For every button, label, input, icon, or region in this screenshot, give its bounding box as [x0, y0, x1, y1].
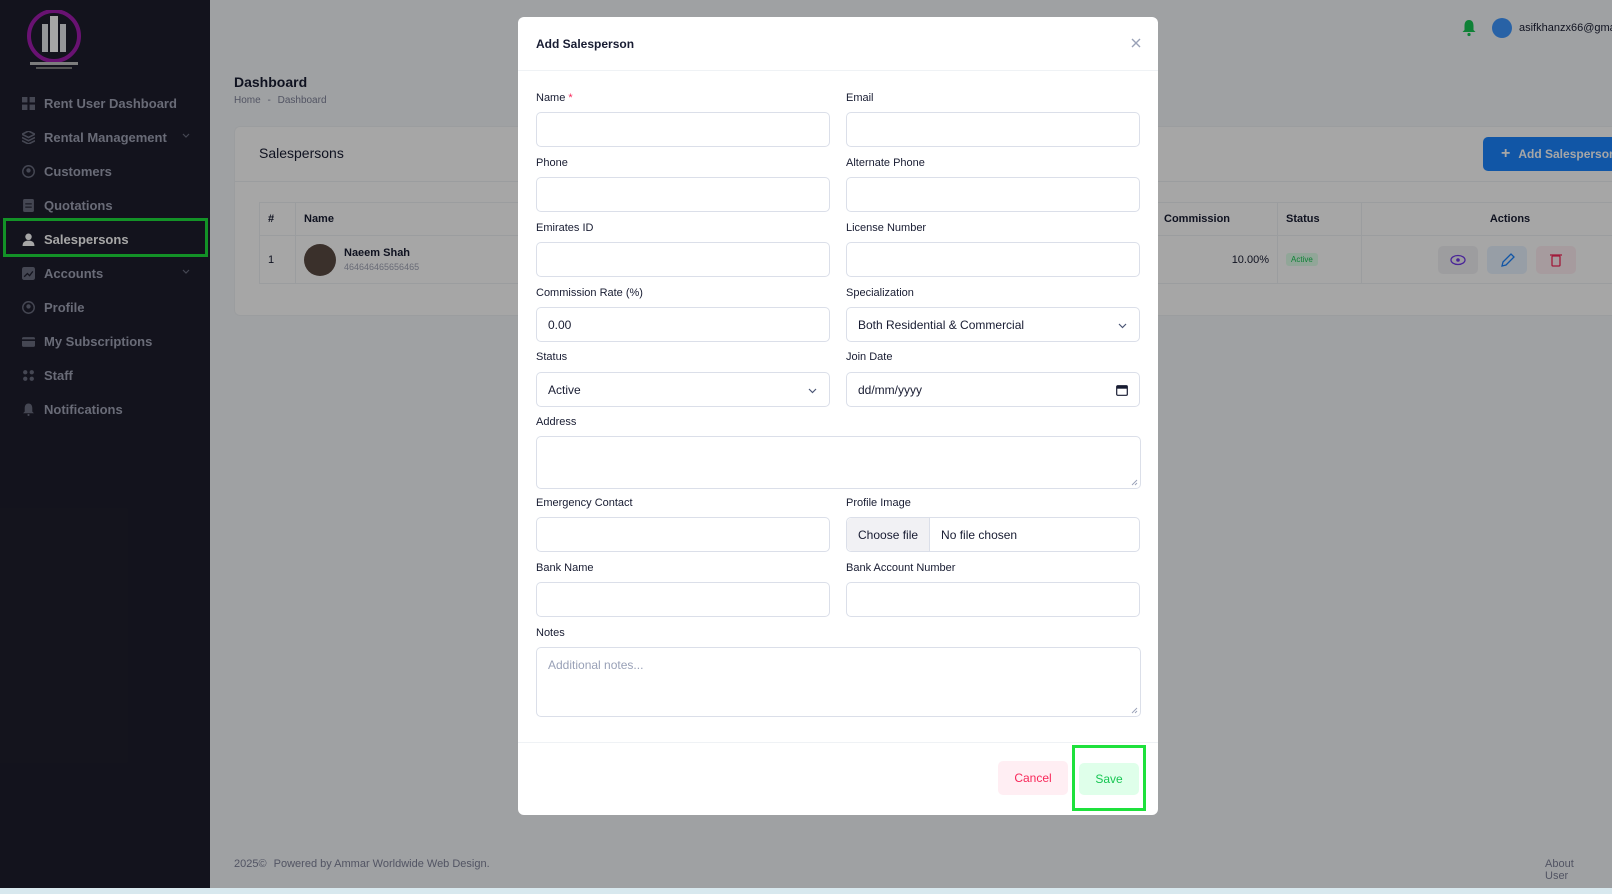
specialization-value: Both Residential & Commercial	[858, 317, 1025, 332]
specialization-label: Specialization	[846, 287, 914, 299]
cancel-button[interactable]: Cancel	[998, 761, 1068, 795]
status-value: Active	[548, 382, 581, 397]
emirates-id-input[interactable]	[536, 242, 830, 277]
name-label: Name *	[536, 92, 573, 104]
phone-label: Phone	[536, 157, 568, 169]
join-date-input[interactable]: dd/mm/yyyy	[846, 372, 1140, 407]
address-label: Address	[536, 416, 577, 428]
name-input[interactable]	[536, 112, 830, 147]
status-label: Status	[536, 351, 568, 363]
resize-handle-icon[interactable]	[1131, 479, 1138, 486]
email-input[interactable]	[846, 112, 1140, 147]
bottom-strip	[0, 888, 1612, 894]
close-icon[interactable]	[1130, 37, 1142, 49]
bank-name-input[interactable]	[536, 582, 830, 617]
calendar-icon[interactable]	[1116, 384, 1128, 396]
notes-placeholder: Additional notes...	[548, 658, 644, 672]
emergency-label: Emergency Contact	[536, 497, 633, 509]
resize-handle-icon[interactable]	[1131, 707, 1138, 714]
modal-footer-divider	[518, 742, 1158, 743]
file-status: No file chosen	[941, 527, 1018, 542]
commission-input[interactable]: 0.00	[536, 307, 830, 342]
alt-phone-label: Alternate Phone	[846, 157, 925, 169]
license-input[interactable]	[846, 242, 1140, 277]
notes-label: Notes	[536, 627, 565, 639]
phone-input[interactable]	[536, 177, 830, 212]
add-salesperson-modal: Add Salesperson Name * Email Phone Alter…	[518, 17, 1158, 815]
status-select[interactable]: Active	[536, 372, 830, 407]
commission-label: Commission Rate (%)	[536, 287, 643, 299]
emirates-id-label: Emirates ID	[536, 222, 594, 234]
chevron-down-icon	[808, 388, 817, 394]
join-date-label: Join Date	[846, 351, 893, 363]
license-label: License Number	[846, 222, 927, 234]
commission-value: 0.00	[548, 317, 572, 332]
save-highlight-box	[1072, 745, 1146, 811]
notes-textarea[interactable]: Additional notes...	[536, 647, 1141, 717]
specialization-select[interactable]: Both Residential & Commercial	[846, 307, 1140, 342]
choose-file-button[interactable]: Choose file	[847, 518, 931, 551]
bank-name-label: Bank Name	[536, 562, 594, 574]
bank-account-input[interactable]	[846, 582, 1140, 617]
alt-phone-input[interactable]	[846, 177, 1140, 212]
email-label: Email	[846, 92, 874, 104]
name-label-text: Name	[536, 92, 566, 104]
required-asterisk: *	[568, 92, 573, 104]
modal-title: Add Salesperson	[536, 37, 635, 51]
modal-header: Add Salesperson	[518, 17, 1158, 71]
chevron-down-icon	[1118, 323, 1127, 329]
emergency-input[interactable]	[536, 517, 830, 552]
profile-image-input[interactable]: Choose file No file chosen	[846, 517, 1140, 552]
bank-account-label: Bank Account Number	[846, 562, 956, 574]
address-textarea[interactable]	[536, 436, 1141, 489]
join-date-value: dd/mm/yyyy	[858, 382, 923, 397]
profile-image-label: Profile Image	[846, 497, 911, 509]
